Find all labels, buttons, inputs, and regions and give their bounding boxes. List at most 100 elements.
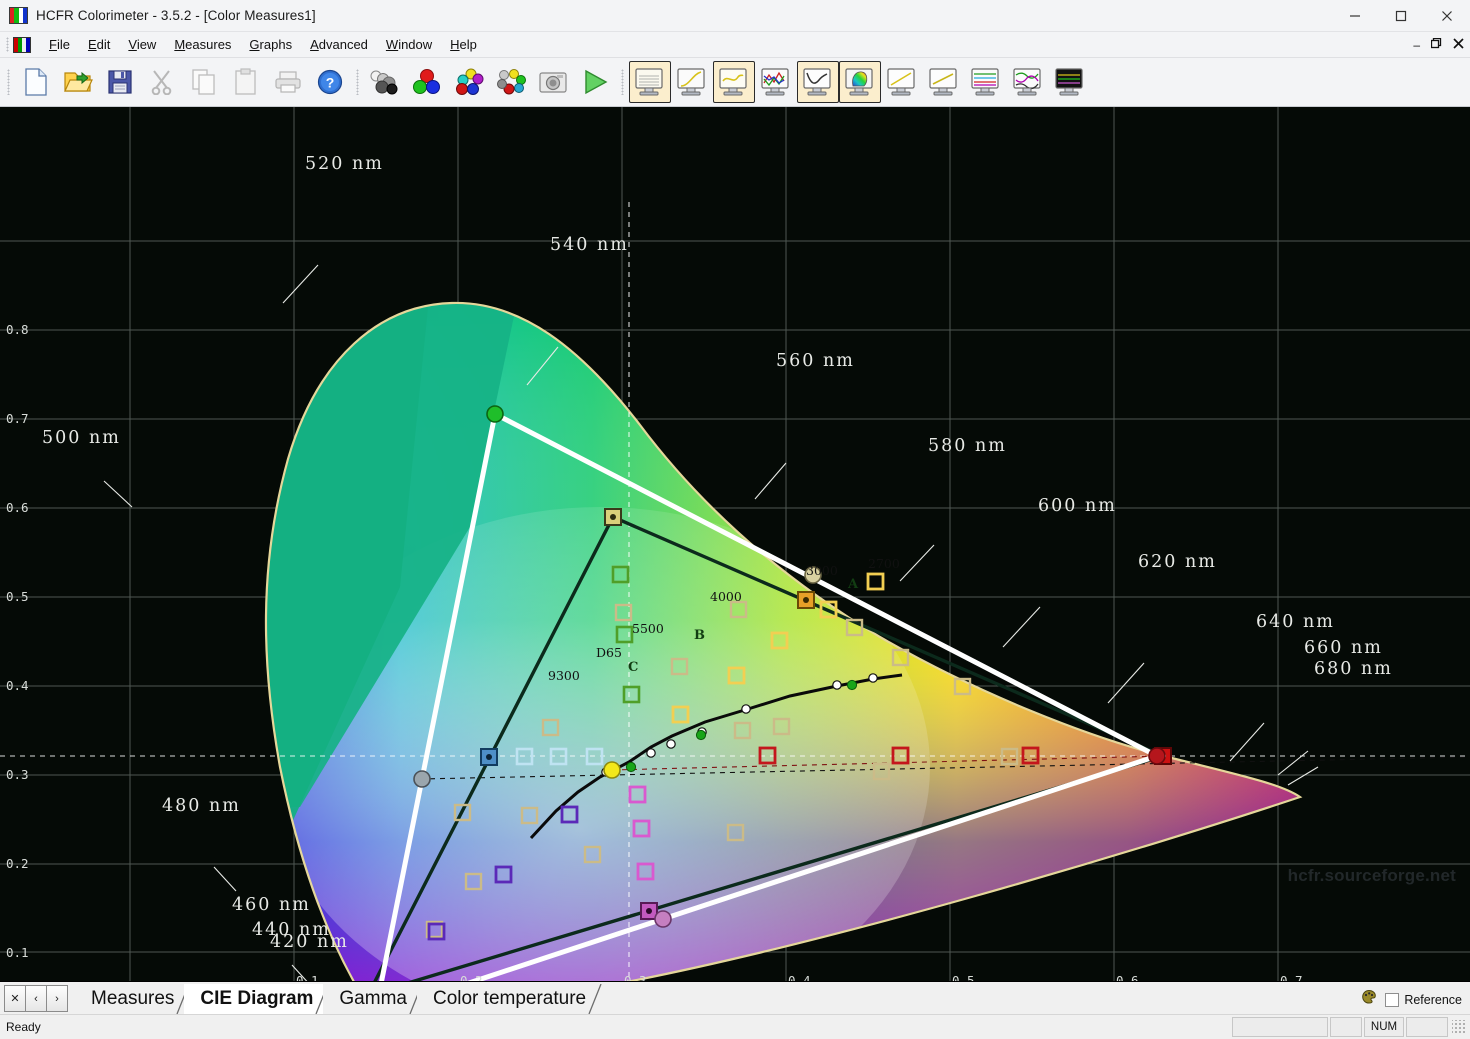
toolbar-drag-grip[interactable] [7, 69, 10, 95]
open-folder-button[interactable] [57, 61, 99, 103]
x-tick-0.3: 0.3 [624, 973, 647, 981]
reference-label: Reference [1404, 992, 1462, 1007]
status-bar: Ready NUM [0, 1014, 1470, 1039]
minimize-button[interactable] [1332, 0, 1378, 31]
mdi-close-button[interactable] [1453, 38, 1464, 51]
graph-satur-button[interactable] [1007, 61, 1049, 103]
cct-label-5500: 5500 [632, 621, 664, 636]
menu-edit-label: dit [96, 37, 111, 52]
menu-bar: File Edit View Measures Graphs Advanced … [0, 32, 1470, 58]
wavelength-label-620: 620 nm [1138, 552, 1217, 572]
wavelength-label-580: 580 nm [928, 436, 1007, 456]
graph-color-temp-button[interactable] [965, 61, 1007, 103]
cie-chromaticity-plot[interactable] [0, 107, 1470, 981]
menu-advanced[interactable]: Advanced [301, 34, 377, 55]
tab-color-temperature[interactable]: Color temperature [416, 984, 602, 1014]
secondaries-spheres-button[interactable] [448, 61, 490, 103]
y-tick-0.1: 0.1 [6, 945, 29, 960]
cut-scissors-button[interactable] [141, 61, 183, 103]
hcfr-logo-icon [9, 7, 28, 24]
wavelength-label-500: 500 nm [42, 428, 121, 448]
maximize-button[interactable] [1378, 0, 1424, 31]
tab-strip-right-controls: Reference [1361, 989, 1462, 1010]
menu-measures[interactable]: Measures [165, 34, 240, 55]
x-tick-0.6: 0.6 [1116, 973, 1139, 981]
x-tick-0.1: 0.1 [296, 973, 319, 981]
graph-gamma-button[interactable] [797, 61, 839, 103]
cct-label-3000: 3000 [806, 563, 838, 578]
copy-pages-button[interactable] [183, 61, 225, 103]
y-tick-0.8: 0.8 [6, 322, 29, 337]
graph-near-black-button[interactable] [881, 61, 923, 103]
wavelength-label-560: 560 nm [776, 351, 855, 371]
cct-label-D65: D65 [596, 645, 622, 660]
graph-rgb-levels-button[interactable] [755, 61, 797, 103]
x-tick-0.4: 0.4 [788, 973, 811, 981]
x-tick-0.5: 0.5 [952, 973, 975, 981]
wavelength-label-660: 660 nm [1304, 638, 1383, 658]
saturation-spheres-button[interactable] [490, 61, 532, 103]
help-question-button[interactable]: ? [309, 61, 351, 103]
tab-prev-button[interactable]: ‹ [25, 985, 47, 1012]
graph-gamma-curve-button[interactable] [671, 61, 713, 103]
app-menu-icon[interactable] [13, 36, 31, 53]
graph-cie-diagram-button[interactable] [839, 61, 881, 103]
watermark-text: hcfr.sourceforge.net [1287, 866, 1456, 885]
tab-measures[interactable]: Measures [75, 984, 191, 1014]
menu-window[interactable]: Window [377, 34, 441, 55]
cie-diagram-canvas[interactable]: 0.8 0.7 0.6 0.5 0.4 0.3 0.2 0.1 0.1 0.2 … [0, 107, 1470, 981]
wavelength-label-480: 480 nm [162, 796, 241, 816]
cct-label-4000: 4000 [710, 589, 742, 604]
title-bar: HCFR Colorimeter - 3.5.2 - [Color Measur… [0, 0, 1470, 32]
graph-luminance-button[interactable] [713, 61, 755, 103]
menu-graphs[interactable]: Graphs [240, 34, 301, 55]
graph-spectrum-button[interactable] [1049, 61, 1091, 103]
mdi-child-controls: – [1413, 32, 1464, 57]
illuminant-label-A: A [848, 577, 859, 592]
wavelength-label-540: 540 nm [550, 235, 629, 255]
y-tick-0.4: 0.4 [6, 678, 29, 693]
close-button[interactable] [1424, 0, 1470, 31]
measured-white-point[interactable] [603, 761, 621, 779]
status-message: Ready [6, 1020, 41, 1034]
menu-file[interactable]: File [40, 34, 79, 55]
tab-next-button[interactable]: › [46, 985, 68, 1012]
x-tick-0.7: 0.7 [1280, 973, 1303, 981]
resize-grip[interactable] [1452, 1020, 1466, 1034]
y-tick-0.7: 0.7 [6, 411, 29, 426]
toolbar-group-separator-2 [621, 69, 624, 95]
menu-drag-grip[interactable] [6, 37, 9, 52]
menu-view-label: iew [136, 37, 157, 52]
print-button[interactable] [267, 61, 309, 103]
palette-icon[interactable] [1361, 989, 1377, 1010]
reference-checkbox-group[interactable]: Reference [1385, 992, 1462, 1007]
primaries-spheres-button[interactable] [406, 61, 448, 103]
menu-view[interactable]: View [119, 34, 165, 55]
save-floppy-button[interactable] [99, 61, 141, 103]
graph-measures-button[interactable] [629, 61, 671, 103]
paste-clipboard-button[interactable] [225, 61, 267, 103]
status-pane-1 [1232, 1017, 1328, 1037]
tab-list: Measures CIE Diagram Gamma Color tempera… [75, 982, 602, 1014]
graph-near-white-button[interactable] [923, 61, 965, 103]
new-document-button[interactable] [15, 61, 57, 103]
menu-graphs-label: raphs [259, 37, 293, 52]
tab-cie-diagram-label: CIE Diagram [200, 988, 314, 1009]
mdi-minimize-button[interactable]: – [1413, 39, 1420, 51]
tab-gamma[interactable]: Gamma [323, 984, 423, 1014]
grayscale-spheres-button[interactable] [364, 61, 406, 103]
status-pane-2 [1330, 1017, 1362, 1037]
menu-advanced-label: dvanced [318, 37, 368, 52]
menu-help[interactable]: Help [441, 34, 486, 55]
tab-nav-buttons: ✕ ‹ › [4, 985, 68, 1012]
run-play-button[interactable] [574, 61, 616, 103]
tab-close-button[interactable]: ✕ [4, 985, 26, 1012]
tab-gamma-label: Gamma [339, 988, 407, 1009]
reference-checkbox[interactable] [1385, 992, 1400, 1007]
tab-cie-diagram[interactable]: CIE Diagram [184, 984, 330, 1014]
menu-edit[interactable]: Edit [79, 34, 119, 55]
camera-capture-button[interactable] [532, 61, 574, 103]
mdi-restore-button[interactable] [1430, 37, 1442, 51]
illuminant-label-C: C [628, 660, 639, 675]
wavelength-label-600: 600 nm [1038, 496, 1117, 516]
